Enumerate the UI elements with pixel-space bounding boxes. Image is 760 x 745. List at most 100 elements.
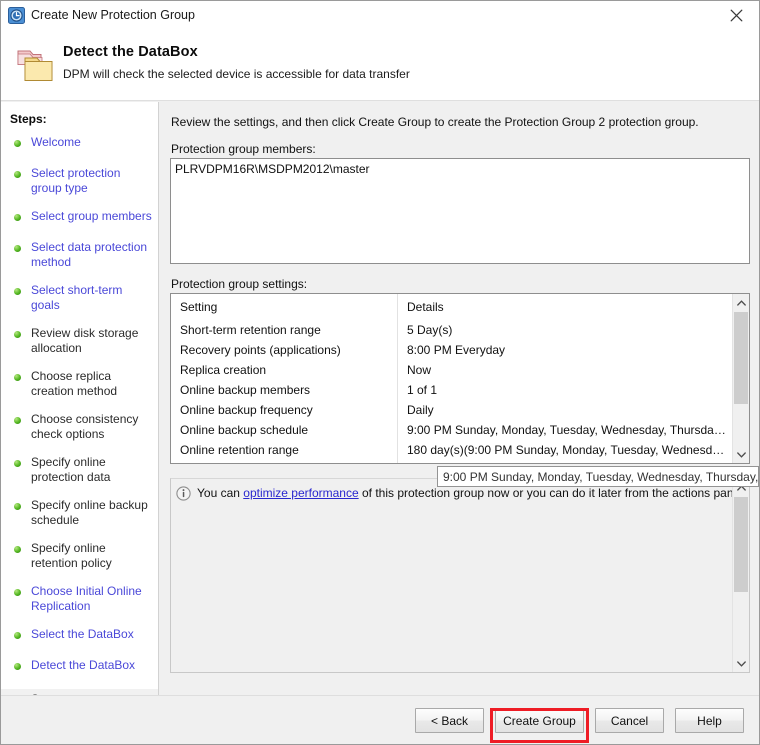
settings-row[interactable]: Recovery points (applications) 8:00 PM Ev… <box>171 341 733 361</box>
info-prefix: You can <box>197 486 244 500</box>
sidebar-step-4[interactable]: Select short-term goals <box>1 283 158 313</box>
create-group-button[interactable]: Create Group <box>495 708 584 733</box>
settings-row[interactable]: Online backup schedule 9:00 PM Sunday, Mo… <box>171 421 733 441</box>
help-button[interactable]: Help <box>675 708 744 733</box>
sidebar-step-0[interactable]: Welcome <box>1 135 158 153</box>
dpm-clock-icon <box>8 7 25 24</box>
back-button[interactable]: < Back <box>415 708 484 733</box>
folder-icon <box>15 45 57 85</box>
step-label[interactable]: Select protection group type <box>31 166 154 196</box>
scroll-thumb[interactable] <box>734 497 748 592</box>
step-label[interactable]: Detect the DataBox <box>31 658 154 673</box>
window-title: Create New Protection Group <box>31 8 195 22</box>
tooltip-text: 9:00 PM Sunday, Monday, Tuesday, Wednesd… <box>443 470 759 484</box>
page-title: Detect the DataBox <box>63 44 198 60</box>
step-label[interactable]: Select the DataBox <box>31 627 154 642</box>
column-header-setting: Setting <box>180 300 218 314</box>
step-bullet-icon <box>14 663 21 670</box>
settings-row-name: Short-term retention range <box>180 323 321 337</box>
step-label: Choose consistency check options <box>31 412 139 441</box>
settings-scrollbar[interactable] <box>732 294 749 463</box>
settings-label: Protection group settings: <box>171 277 308 291</box>
intro-text: Review the settings, and then click Crea… <box>171 115 699 129</box>
sidebar-step-5: Review disk storage allocation <box>1 326 158 356</box>
settings-row[interactable]: Replica creation Now <box>171 361 733 381</box>
sidebar-step-9: Specify online backup schedule <box>1 498 158 528</box>
sidebar-step-10: Specify online retention policy <box>1 541 158 571</box>
step-bullet-icon <box>14 417 21 424</box>
sidebar-step-12[interactable]: Select the DataBox <box>1 627 158 645</box>
step-label: Specify online backup schedule <box>31 498 148 527</box>
scroll-up-icon[interactable] <box>733 294 749 311</box>
sidebar-step-3[interactable]: Select data protection method <box>1 240 158 270</box>
settings-cell-tooltip: 9:00 PM Sunday, Monday, Tuesday, Wednesd… <box>437 466 759 487</box>
step-bullet-icon <box>14 632 21 639</box>
step-label: Review disk storage allocation <box>31 326 139 355</box>
settings-row-details: 9:00 PM Sunday, Monday, Tuesday, Wednesd… <box>407 423 729 437</box>
settings-row[interactable]: Short-term retention range 5 Day(s) <box>171 321 733 341</box>
column-header-details: Details <box>407 300 444 314</box>
settings-row-details: Daily <box>407 403 434 417</box>
settings-row[interactable]: Online backup frequency Daily <box>171 401 733 421</box>
step-bullet-icon <box>14 546 21 553</box>
settings-row[interactable]: Online backup members 1 of 1 <box>171 381 733 401</box>
sidebar-step-6: Choose replica creation method <box>1 369 158 399</box>
sidebar-step-7: Choose consistency check options <box>1 412 158 442</box>
optimize-performance-link[interactable]: optimize performance <box>243 486 358 500</box>
settings-row-details: Now <box>407 363 432 377</box>
settings-row-name: Online retention range <box>180 443 299 457</box>
step-bullet-icon <box>14 503 21 510</box>
info-panel-scrollbar[interactable] <box>732 479 749 672</box>
steps-heading: Steps: <box>10 112 47 126</box>
member-row[interactable]: PLRVDPM16R\MSDPM2012\master <box>171 159 749 176</box>
sidebar-step-13[interactable]: Detect the DataBox <box>1 658 158 676</box>
steps-sidebar: Steps: Welcome Select protection group ty… <box>1 102 159 695</box>
protection-group-settings-table[interactable]: Setting Details Short-term retention ran… <box>170 293 750 464</box>
info-panel: You can optimize performance of this pro… <box>170 478 750 673</box>
settings-row-details: 1 of 1 <box>407 383 438 397</box>
dialog-button-bar: < Back Create Group Cancel Help <box>1 695 759 744</box>
step-bullet-icon <box>14 288 21 295</box>
step-bullet-icon <box>14 460 21 467</box>
step-label[interactable]: Select short-term goals <box>31 283 154 313</box>
create-protection-group-window: Create New Protection Group Detect the D… <box>0 0 760 745</box>
step-label[interactable]: Choose Initial Online Replication <box>31 584 154 614</box>
optimize-performance-message: You can optimize performance of this pro… <box>197 486 744 500</box>
sidebar-step-2[interactable]: Select group members <box>1 209 158 227</box>
sidebar-step-1[interactable]: Select protection group type <box>1 166 158 196</box>
settings-table-header: Setting Details <box>171 294 733 320</box>
step-bullet-icon <box>14 140 21 147</box>
step-label[interactable]: Select group members <box>31 209 154 224</box>
step-label[interactable]: Welcome <box>31 135 154 150</box>
scroll-down-icon[interactable] <box>733 655 749 672</box>
step-label: Specify online protection data <box>31 455 111 484</box>
close-icon[interactable] <box>713 1 759 30</box>
step-bullet-icon <box>14 245 21 252</box>
scroll-thumb[interactable] <box>734 312 748 404</box>
sidebar-step-11[interactable]: Choose Initial Online Replication <box>1 584 158 614</box>
settings-row-name: Replica creation <box>180 363 267 377</box>
settings-table-viewport: Setting Details Short-term retention ran… <box>171 294 733 463</box>
info-suffix: of this protection group now or you can … <box>358 486 744 500</box>
protection-group-members-list[interactable]: PLRVDPM16R\MSDPM2012\master <box>170 158 750 264</box>
settings-table-body: Short-term retention range 5 Day(s) Recove… <box>171 321 733 461</box>
steps-list: Welcome Select protection group type Selec… <box>1 135 158 695</box>
step-bullet-icon <box>14 214 21 221</box>
settings-row-details: 8:00 PM Everyday <box>407 343 506 357</box>
scroll-down-icon[interactable] <box>733 446 749 463</box>
step-label: Specify online retention policy <box>31 541 112 570</box>
step-bullet-icon <box>14 374 21 381</box>
cancel-button[interactable]: Cancel <box>595 708 664 733</box>
settings-row-name: Online backup members <box>180 383 311 397</box>
wizard-header: Detect the DataBox DPM will check the se… <box>1 31 759 101</box>
sidebar-step-8: Specify online protection data <box>1 455 158 485</box>
step-bullet-icon <box>14 171 21 178</box>
step-label[interactable]: Select data protection method <box>31 240 154 270</box>
step-bullet-icon <box>14 331 21 338</box>
settings-row-name: Online backup frequency <box>180 403 313 417</box>
settings-row-details: 5 Day(s) <box>407 323 453 337</box>
info-icon <box>176 486 191 501</box>
step-label: Choose replica creation method <box>31 369 118 398</box>
settings-row[interactable]: Online retention range 180 day(s)(9:00 PM… <box>171 441 733 461</box>
settings-row-details: 180 day(s)(9:00 PM Sunday, Monday, Tuesd… <box>407 443 729 457</box>
